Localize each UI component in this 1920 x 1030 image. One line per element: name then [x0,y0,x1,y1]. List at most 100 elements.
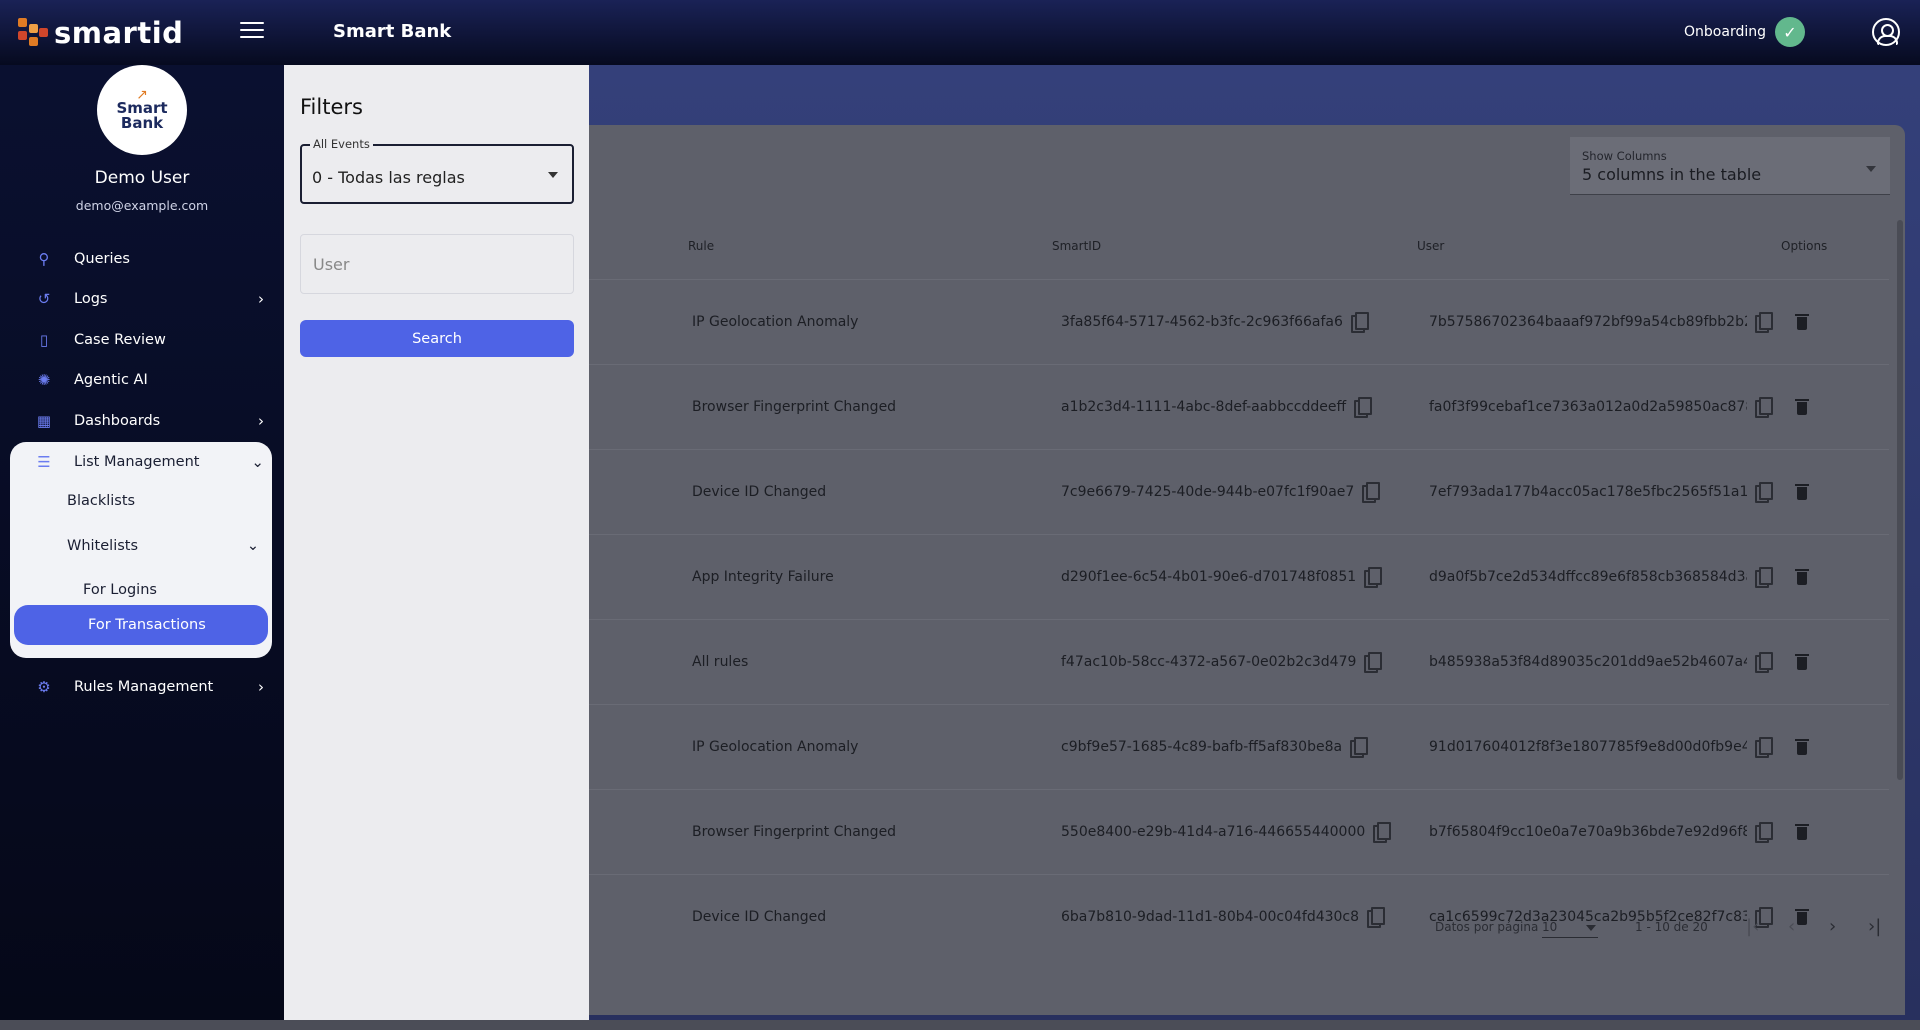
user-name: Demo User [94,168,190,188]
dropdown-arrow-icon [548,172,558,178]
sidebar-item-label: Dashboards [74,413,161,429]
delete-icon[interactable] [1795,738,1809,756]
table-scrollbar[interactable] [1897,220,1903,780]
filters-panel: Filters All Events 0 - Todas las reglas … [284,65,589,1020]
smartid-cell: a1b2c3d4-1111-4abc-8def-aabbccddeeff [1061,399,1347,415]
sidebar-item-label: Case Review [74,332,166,348]
sidebar-item-agentic-ai[interactable]: ✺ Agentic AI [12,360,272,400]
smartid-cell: 3fa85f64-5717-4562-b3fc-2c963f66afa6 [1061,314,1343,330]
copy-icon[interactable] [1351,312,1369,333]
user-cell: 91d017604012f8f3e1807785f9e8d00d0fb9e43.… [1429,739,1747,755]
hamburger-menu-icon[interactable] [240,22,264,42]
copy-icon[interactable] [1755,652,1773,673]
sidebar-item-label: Agentic AI [74,372,148,388]
sidebar-item-logs[interactable]: ↺ Logs › [12,279,272,319]
rule-cell: Browser Fingerprint Changed [692,824,897,840]
sidebar-item-rules-management[interactable]: ⚙ Rules Management › [12,667,272,707]
sidebar-item-blacklists[interactable]: Blacklists [67,493,135,509]
sidebar-item-for-transactions[interactable]: For Transactions [14,605,268,645]
avatar-brand: Smart Bank [116,99,168,132]
top-bar: smartid Smart Bank Onboarding ✓ [0,0,1920,65]
sidebar: ↗ Smart Bank Demo User demo@example.com … [0,65,284,1020]
copy-icon[interactable] [1755,312,1773,333]
sidebar-item-label: Logs [74,291,108,307]
user-email: demo@example.com [75,198,209,213]
copy-icon[interactable] [1364,652,1382,673]
bottom-strip [0,1020,1920,1030]
events-select[interactable]: All Events 0 - Todas las reglas [300,137,574,204]
table-card: Show Columns 5 columns in the table Rule… [589,125,1905,1015]
app-title: Smart Bank [333,21,452,42]
copy-icon[interactable] [1755,567,1773,588]
smartid-cell: f47ac10b-58cc-4372-a567-0e02b2c3d479 [1061,654,1357,670]
onboarding-status[interactable]: Onboarding ✓ [1684,17,1805,47]
last-page-icon[interactable]: ›| [1868,916,1881,937]
chevron-right-icon: › [258,290,264,308]
sidebar-item-queries[interactable]: ⚲ Queries [12,239,272,279]
column-header-smartid[interactable]: SmartID [1052,239,1101,253]
copy-icon[interactable] [1755,822,1773,843]
sidebar-item-whitelists[interactable]: Whitelists ⌄ [67,538,267,554]
onboarding-label: Onboarding [1684,24,1766,40]
search-icon: ⚲ [38,250,50,268]
delete-icon[interactable] [1795,313,1809,331]
account-circle-icon[interactable] [1872,18,1900,46]
delete-icon[interactable] [1795,568,1809,586]
list-icon: ☰ [37,453,51,471]
pagination: Datos por página 10 1 - 10 de 20 |‹ ‹ › … [589,916,1905,960]
column-header-user[interactable]: User [1417,239,1444,253]
sidebar-item-case-review[interactable]: ▯ Case Review [12,320,272,360]
delete-icon[interactable] [1795,483,1809,501]
column-header-rule[interactable]: Rule [688,239,714,253]
table-row: Browser Fingerprint Changed a1b2c3d4-1111… [589,364,1889,449]
history-icon: ↺ [37,290,51,308]
app-logo[interactable]: smartid [18,16,183,50]
chevron-right-icon: › [258,678,264,696]
logo-text: smartid [54,16,184,50]
delete-icon[interactable] [1795,398,1809,416]
next-page-icon[interactable]: › [1829,916,1836,937]
sidebar-item-dashboards[interactable]: ▦ Dashboards › [12,401,272,441]
copy-icon[interactable] [1364,567,1382,588]
delete-icon[interactable] [1795,823,1809,841]
table-row: App Integrity Failure d290f1ee-6c54-4b01-… [589,534,1889,619]
dropdown-arrow-icon [1586,925,1596,931]
search-button[interactable]: Search [300,320,574,357]
sidebar-item-label: For Transactions [88,617,206,633]
smartid-cell: c9bf9e57-1685-4c89-bafb-ff5af830be8a [1061,739,1343,755]
user-cell: 7b57586702364baaaf972bf99a54cb89fbb2b2..… [1429,314,1747,330]
copy-icon[interactable] [1362,482,1380,503]
previous-page-icon[interactable]: ‹ [1788,916,1795,937]
user-cell: 7ef793ada177b4acc05ac178e5fbc2565f51a10.… [1429,484,1747,500]
main-content: Show Columns 5 columns in the table Rule… [589,65,1920,1020]
first-page-icon[interactable]: |‹ [1746,916,1759,937]
sidebar-item-for-logins[interactable]: For Logins [83,582,157,598]
avatar: ↗ Smart Bank [97,65,187,155]
sidebar-item-label: Queries [74,251,130,267]
copy-icon[interactable] [1354,397,1372,418]
events-select-value: 0 - Todas las reglas [312,168,465,187]
show-columns-select[interactable]: Show Columns 5 columns in the table [1570,137,1890,195]
rows-per-page-label: Datos por página [1435,920,1539,934]
copy-icon[interactable] [1755,397,1773,418]
column-header-options: Options [1781,239,1828,253]
delete-icon[interactable] [1795,653,1809,671]
table-row: IP Geolocation Anomaly c9bf9e57-1685-4c89… [589,704,1889,789]
dropdown-arrow-icon [1866,166,1876,172]
user-filter-input[interactable] [300,234,574,294]
copy-icon[interactable] [1350,737,1368,758]
copy-icon[interactable] [1755,737,1773,758]
copy-icon[interactable] [1755,482,1773,503]
smartid-cell: d290f1ee-6c54-4b01-90e6-d701748f0851 [1061,569,1357,585]
table-row: Browser Fingerprint Changed 550e8400-e29b… [589,789,1889,874]
table-header: Rule SmartID User Options [589,233,1889,263]
page-range: 1 - 10 de 20 [1635,920,1708,934]
list-management-group: ☰ List Management ⌄ Blacklists Whitelist… [10,442,272,658]
gear-icon: ⚙ [37,678,51,696]
rule-cell: Browser Fingerprint Changed [692,399,897,415]
copy-icon[interactable] [1373,822,1391,843]
user-cell: fa0f3f99cebaf1ce7363a012a0d2a59850ac878.… [1429,399,1747,415]
sidebar-item-label: Rules Management [74,679,214,695]
filters-title: Filters [300,95,363,119]
sidebar-item-list-management[interactable]: ☰ List Management ⌄ [12,442,272,482]
